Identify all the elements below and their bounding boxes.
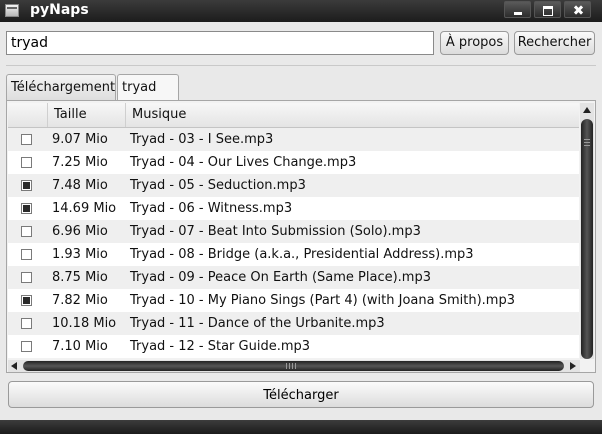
file-name: Tryad - 07 - Beat Into Submission (Solo)… — [130, 224, 421, 239]
table-row[interactable]: 1.93 Mio Tryad - 08 - Bridge (a.k.a., Pre… — [8, 243, 579, 266]
file-size: 1.93 Mio — [52, 247, 108, 262]
table-row[interactable]: 6.96 Mio Tryad - 07 - Beat Into Submissio… — [8, 220, 579, 243]
file-size: 10.18 Mio — [52, 316, 117, 331]
table-row[interactable]: 7.82 Mio Tryad - 10 - My Piano Sings (Par… — [8, 289, 579, 312]
table-row[interactable]: 14.69 Mio Tryad - 06 - Witness.mp3 — [8, 197, 579, 220]
table-row[interactable]: 9.07 Mio Tryad - 03 - I See.mp3 — [8, 128, 579, 151]
horizontal-scrollbar[interactable] — [8, 360, 580, 372]
row-checkbox[interactable] — [21, 249, 32, 260]
file-name: Tryad - 12 - Star Guide.mp3 — [130, 339, 311, 354]
download-button[interactable]: Télécharger — [8, 381, 594, 408]
column-header-size[interactable]: Taille — [48, 103, 126, 127]
tab-label: tryad — [122, 80, 157, 95]
file-name: Tryad - 10 - My Piano Sings (Part 4) (wi… — [130, 293, 515, 308]
file-name: Tryad - 11 - Dance of the Urbanite.mp3 — [130, 316, 385, 331]
tab-label: Téléchargement — [11, 80, 116, 95]
row-checkbox[interactable] — [21, 341, 32, 352]
row-checkbox[interactable] — [21, 180, 32, 191]
close-icon — [565, 2, 590, 17]
file-size: 7.82 Mio — [52, 293, 108, 308]
search-button[interactable]: Rechercher — [514, 31, 595, 55]
tab-tryad[interactable]: tryad — [117, 74, 179, 116]
horizontal-scroll-thumb[interactable] — [23, 361, 564, 371]
row-checkbox[interactable] — [21, 203, 32, 214]
minimize-button[interactable] — [504, 1, 531, 18]
vertical-scrollbar[interactable] — [580, 103, 594, 359]
table-row[interactable]: 7.25 Mio Tryad - 04 - Our Lives Change.mp… — [8, 151, 579, 174]
table-row[interactable]: 7.48 Mio Tryad - 05 - Seduction.mp3 — [8, 174, 579, 197]
scroll-right-icon[interactable] — [565, 360, 579, 372]
table-row[interactable]: 7.10 Mio Tryad - 12 - Star Guide.mp3 — [8, 335, 579, 358]
scroll-up-icon[interactable] — [580, 103, 594, 117]
search-input[interactable] — [6, 31, 434, 55]
maximize-button[interactable] — [534, 1, 561, 18]
file-size: 7.10 Mio — [52, 339, 108, 354]
grip-icon — [584, 139, 590, 147]
row-checkbox[interactable] — [21, 134, 32, 145]
about-button[interactable]: À propos — [440, 31, 509, 55]
app-icon — [5, 4, 19, 17]
grip-icon — [286, 363, 298, 369]
column-header-music[interactable]: Musique — [126, 103, 579, 127]
scroll-left-icon[interactable] — [8, 360, 22, 372]
minimize-icon — [505, 2, 530, 17]
table-row[interactable]: 10.18 Mio Tryad - 11 - Dance of the Urban… — [8, 312, 579, 335]
results-panel: Taille Musique 9.07 Mio Tryad - 03 - I Se… — [6, 100, 596, 373]
file-name: Tryad - 06 - Witness.mp3 — [130, 201, 293, 216]
file-name: Tryad - 03 - I See.mp3 — [130, 132, 274, 147]
row-checkbox[interactable] — [21, 226, 32, 237]
file-name: Tryad - 05 - Seduction.mp3 — [130, 178, 306, 193]
column-header-check[interactable] — [8, 103, 48, 127]
row-checkbox[interactable] — [21, 272, 32, 283]
title-bar[interactable]: pyNaps — [0, 0, 602, 22]
separator — [6, 65, 596, 66]
file-name: Tryad - 04 - Our Lives Change.mp3 — [130, 155, 357, 170]
file-size: 9.07 Mio — [52, 132, 108, 147]
row-checkbox[interactable] — [21, 157, 32, 168]
row-checkbox[interactable] — [21, 318, 32, 329]
file-size: 7.48 Mio — [52, 178, 108, 193]
tab-download[interactable]: Téléchargement — [6, 74, 116, 100]
app-window: pyNaps À propos Rechercher Téléchargemen… — [0, 0, 602, 434]
maximize-icon — [535, 2, 560, 17]
file-name: Tryad - 08 - Bridge (a.k.a., Presidentia… — [130, 247, 474, 262]
table-header: Taille Musique — [8, 103, 579, 128]
file-size: 6.96 Mio — [52, 224, 108, 239]
file-size: 14.69 Mio — [52, 201, 117, 216]
file-size: 8.75 Mio — [52, 270, 108, 285]
row-checkbox[interactable] — [21, 295, 32, 306]
taskbar — [0, 420, 602, 434]
close-button[interactable] — [564, 1, 591, 18]
window-title: pyNaps — [30, 2, 89, 18]
file-name: Tryad - 09 - Peace On Earth (Same Place)… — [130, 270, 431, 285]
vertical-scroll-thumb[interactable] — [581, 119, 593, 359]
table-row[interactable]: 8.75 Mio Tryad - 09 - Peace On Earth (Sam… — [8, 266, 579, 289]
file-size: 7.25 Mio — [52, 155, 108, 170]
